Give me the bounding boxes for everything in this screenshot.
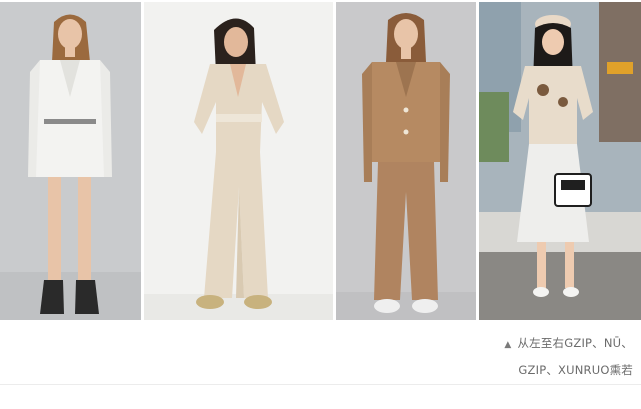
photo-beige-jumpsuit-illustration	[144, 2, 333, 320]
photo-white-blazer-illustration	[0, 2, 141, 320]
photo-caption: ▲ 从左至右GZIP、NŪ、 GZIP、XUNRUO熏若	[433, 331, 633, 383]
caption-text-1: 从左至右GZIP、NŪ、	[517, 336, 633, 350]
photo-camel-suit-look[interactable]	[336, 2, 476, 320]
triangle-marker-icon: ▲	[504, 340, 512, 350]
divider	[0, 384, 641, 385]
photo-beige-jumpsuit-look[interactable]	[144, 2, 333, 320]
photo-street-style-look[interactable]	[479, 2, 641, 320]
caption-line-1: ▲ 从左至右GZIP、NŪ、	[433, 331, 633, 358]
photo-gallery	[0, 0, 641, 322]
caption-line-2: GZIP、XUNRUO熏若	[518, 363, 633, 377]
photo-street-style-illustration	[479, 2, 641, 320]
photo-camel-suit-illustration	[336, 2, 476, 320]
photo-white-blazer-look[interactable]	[0, 2, 141, 320]
